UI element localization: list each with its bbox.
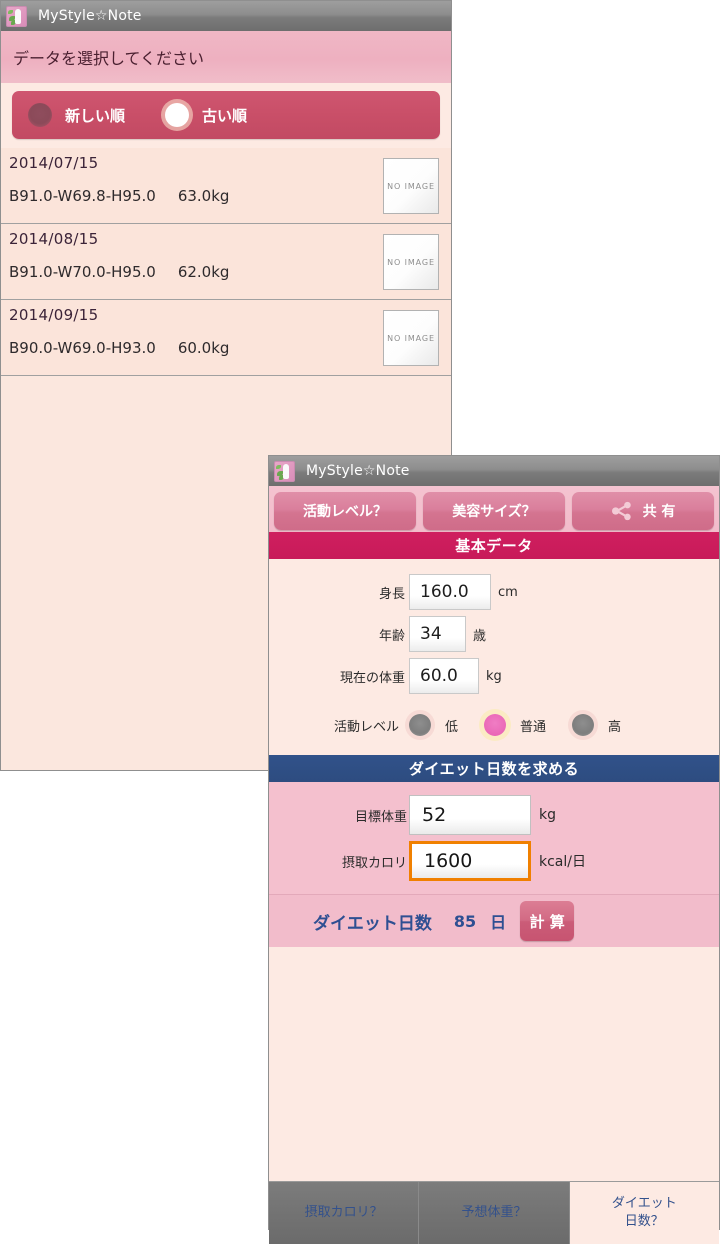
list-item-weight: 63.0kg (177, 187, 230, 205)
diet-input-panel: 目標体重 52 kg 摂取カロリ 1600 kcal/日 (269, 782, 719, 894)
current-weight-label: 現在の体重 (339, 670, 405, 686)
list-item-thumbnail[interactable]: NO IMAGE (383, 234, 439, 290)
diet-calculator-window: MyStyle☆Note 活動レベル？ 美容サイズ？ 共 有 基本データ 身長 … (268, 455, 720, 1244)
target-weight-unit: kg (539, 807, 556, 823)
share-button-label: 共 有 (642, 504, 676, 520)
height-label: 身長 (378, 586, 405, 602)
calories-row: 摂取カロリ 1600 kcal/日 (269, 838, 719, 884)
age-input[interactable]: 34 (409, 616, 466, 652)
basic-data-panel: 身長 160.0 cm 年齢 34 歳 現在の体重 60.0 kg 活動レベル … (269, 559, 719, 755)
diet-days-result-value: 85 (453, 911, 477, 931)
help-toolbar: 活動レベル？ 美容サイズ？ 共 有 (269, 486, 719, 532)
radio-newest-first-label: 新しい順 (65, 106, 126, 125)
activity-level-high-radio[interactable] (572, 714, 595, 736)
activity-level-normal-label: 普通 (520, 719, 547, 735)
target-weight-row: 目標体重 52 kg (269, 792, 719, 838)
radio-oldest-first[interactable] (165, 103, 190, 127)
list-item-measurements: B91.0-W69.8-H95.0 (9, 187, 156, 205)
window2-titlebar: MyStyle☆Note (269, 456, 719, 486)
window2-empty-area (269, 947, 719, 1181)
activity-level-low-label: 低 (445, 719, 459, 735)
radio-newest-first[interactable] (28, 103, 52, 127)
activity-level-high-label: 高 (608, 719, 622, 735)
no-image-label: NO IMAGE (387, 333, 435, 343)
calculate-button[interactable]: 計 算 (520, 901, 575, 941)
height-unit: cm (498, 584, 518, 600)
beauty-size-help-button[interactable]: 美容サイズ？ (423, 492, 565, 530)
list-item-weight: 60.0kg (177, 339, 230, 357)
app-logo-icon (6, 5, 27, 27)
app-logo-icon (274, 460, 295, 482)
diet-days-result-unit: 日 (490, 913, 507, 932)
tab-diet-days-line2: 日数？ (624, 1214, 664, 1229)
activity-level-low-radio[interactable] (409, 714, 431, 736)
height-input[interactable]: 160.0 (409, 574, 491, 610)
activity-level-normal-radio[interactable] (484, 714, 507, 736)
target-weight-input[interactable]: 52 (409, 795, 531, 835)
activity-level-help-button[interactable]: 活動レベル？ (274, 492, 416, 530)
basic-data-section-header: 基本データ (269, 532, 719, 559)
window1-title: MyStyle☆Note (38, 8, 142, 24)
age-label: 年齢 (378, 628, 405, 644)
age-row: 年齢 34 歳 (269, 613, 719, 655)
sort-bar-wrapper: 新しい順 古い順 (1, 83, 451, 148)
list-item[interactable]: 2014/09/15 B90.0-W69.0-H93.0 60.0kg NO IM… (1, 300, 451, 376)
sort-order-bar: 新しい順 古い順 (12, 91, 440, 139)
current-weight-unit: kg (486, 668, 502, 684)
activity-level-label: 活動レベル (333, 719, 399, 735)
diet-days-result-bar: ダイエット日数 85 日 計 算 (269, 894, 719, 947)
list-item-thumbnail[interactable]: NO IMAGE (383, 310, 439, 366)
tab-expected-weight[interactable]: 予想体重？ (419, 1182, 570, 1244)
list-item[interactable]: 2014/08/15 B91.0-W70.0-H95.0 62.0kg NO IM… (1, 224, 451, 300)
window2-title: MyStyle☆Note (306, 463, 410, 479)
calories-input[interactable]: 1600 (409, 841, 531, 881)
list-item-measurements: B90.0-W69.0-H93.0 (9, 339, 156, 357)
radio-oldest-first-label: 古い順 (202, 106, 248, 125)
target-weight-label: 目標体重 (354, 809, 407, 825)
list-item-weight: 62.0kg (177, 263, 230, 281)
select-data-prompt: データを選択してください (1, 31, 451, 83)
diet-days-section-header: ダイエット日数を求める (269, 755, 719, 782)
age-unit: 歳 (473, 628, 487, 644)
activity-level-row: 活動レベル 低 普通 高 (269, 705, 719, 745)
current-weight-input[interactable]: 60.0 (409, 658, 479, 694)
calories-label: 摂取カロリ (341, 855, 407, 871)
height-row: 身長 160.0 cm (269, 571, 719, 613)
diet-days-result-label: ダイエット日数 (313, 913, 432, 934)
window1-titlebar: MyStyle☆Note (1, 1, 451, 31)
tab-diet-days[interactable]: ダイエット 日数？ (569, 1182, 719, 1244)
tab-intake-calories[interactable]: 摂取カロリ？ (269, 1182, 420, 1244)
list-item-measurements: B91.0-W70.0-H95.0 (9, 263, 156, 281)
no-image-label: NO IMAGE (387, 181, 435, 191)
bottom-tabbar: 摂取カロリ？ 予想体重？ ダイエット 日数？ (269, 1181, 719, 1244)
no-image-label: NO IMAGE (387, 257, 435, 267)
calories-unit: kcal/日 (539, 854, 586, 870)
share-button[interactable]: 共 有 (572, 492, 714, 530)
list-item-thumbnail[interactable]: NO IMAGE (383, 158, 439, 214)
current-weight-row: 現在の体重 60.0 kg (269, 655, 719, 697)
tab-diet-days-line1: ダイエット (611, 1196, 677, 1212)
share-icon (611, 501, 631, 521)
list-item[interactable]: 2014/07/15 B91.0-W69.8-H95.0 63.0kg NO IM… (1, 148, 451, 224)
